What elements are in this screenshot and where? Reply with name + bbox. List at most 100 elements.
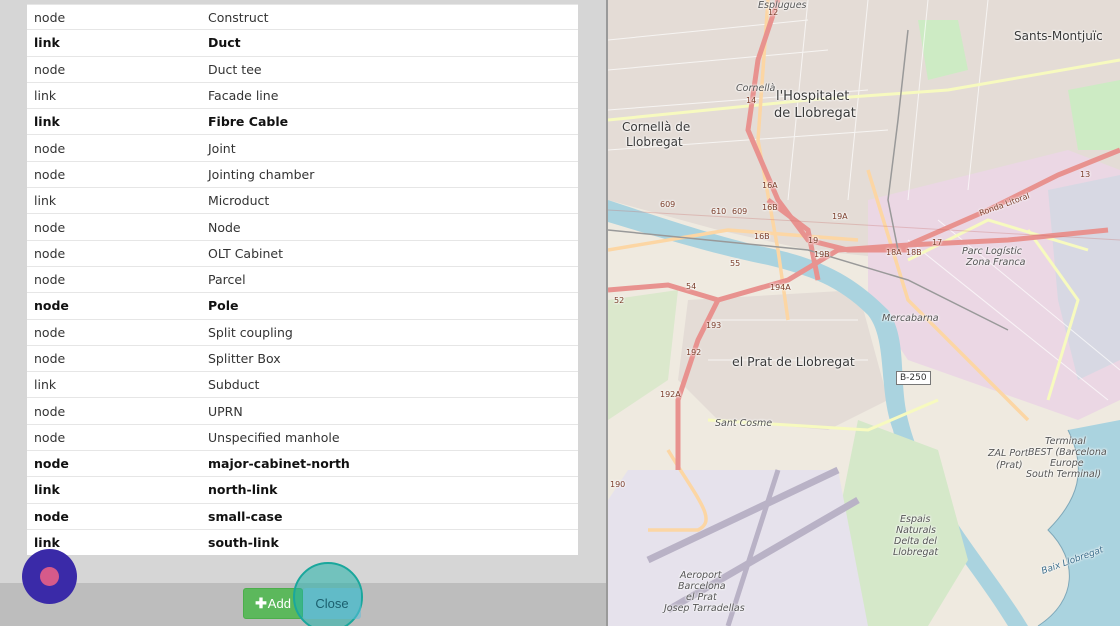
exit-18a: 18A — [886, 248, 902, 257]
map-tiles — [608, 0, 1120, 626]
exit-13: 13 — [1080, 170, 1091, 179]
cell-type: node — [34, 245, 66, 261]
table-row[interactable]: node small-case — [27, 504, 578, 530]
exit-192a: 192A — [660, 390, 681, 399]
cell-name: Pole — [208, 298, 239, 314]
map-label-aeroport-3: el Prat — [686, 592, 717, 603]
exit-17: 17 — [932, 238, 943, 247]
cell-name: Duct — [208, 35, 241, 51]
table-row[interactable]: link Microduct — [27, 188, 578, 215]
cell-name: north-link — [208, 482, 278, 498]
map-label-terminal-3: Europe — [1050, 458, 1084, 469]
map-label-espais-3: Delta del — [894, 536, 937, 547]
map-label-prat: el Prat de Llobregat — [732, 354, 855, 369]
exit-16b-2: 16B — [754, 232, 770, 241]
cell-name: Node — [208, 219, 241, 235]
map-label-sant-cosme: Sant Cosme — [715, 418, 773, 429]
table-row[interactable]: link Duct — [27, 30, 578, 57]
cell-name: Split coupling — [208, 324, 293, 340]
road-shield-b250: B-250 — [896, 371, 931, 385]
table-row[interactable]: node Construct — [27, 4, 578, 31]
close-button-label: Close — [315, 596, 349, 611]
cell-type: node — [34, 456, 69, 472]
layer-table[interactable]: node Construct link Duct node Duct tee link Fac… — [27, 4, 578, 555]
exit-194a: 194A — [770, 283, 791, 292]
exit-16a: 16A — [762, 181, 778, 190]
map-view[interactable]: Esplugues Sants-Montjuïc l'Hospitalet de… — [608, 0, 1120, 626]
cell-name: Subduct — [208, 377, 260, 393]
map-label-esplugues: Esplugues — [758, 0, 807, 11]
cell-type: node — [34, 9, 66, 25]
cell-name: south-link — [208, 535, 279, 551]
table-row[interactable]: node Parcel — [27, 267, 578, 294]
cell-name: Jointing chamber — [208, 166, 315, 182]
table-row[interactable]: node Splitter Box — [27, 346, 578, 373]
cell-name: major-cabinet-north — [208, 456, 350, 472]
cell-name: Joint — [208, 140, 236, 156]
plus-icon: ✚ — [255, 595, 267, 611]
table-row[interactable]: node Jointing chamber — [27, 162, 578, 189]
cell-type: node — [34, 140, 66, 156]
layer-table-body: node Construct link Duct node Duct tee link Fac… — [27, 4, 578, 555]
map-label-terminal-4: South Terminal) — [1026, 469, 1102, 480]
exit-55: 55 — [730, 259, 741, 268]
map-label-sants: Sants-Montjuïc — [1014, 29, 1103, 43]
cell-name: Facade line — [208, 88, 279, 104]
cell-type: link — [34, 35, 60, 51]
cell-type: node — [34, 166, 66, 182]
close-button[interactable]: Close — [303, 588, 361, 619]
road-610: 610 — [711, 207, 727, 216]
cell-type: node — [34, 429, 66, 445]
map-label-mercabarna: Mercabarna — [882, 313, 939, 324]
exit-16b: 16B — [762, 203, 778, 212]
table-row[interactable]: node Duct tee — [27, 57, 578, 83]
table-row[interactable]: node UPRN — [27, 398, 578, 425]
table-row[interactable]: link north-link — [27, 477, 578, 504]
exit-19b: 19B — [814, 250, 830, 259]
table-row[interactable]: node major-cabinet-north — [27, 451, 578, 478]
cell-name: Duct tee — [208, 61, 262, 77]
table-row[interactable]: link Subduct — [27, 372, 578, 399]
exit-18b: 18B — [906, 248, 922, 257]
table-row[interactable]: node OLT Cabinet — [27, 241, 578, 267]
cell-type: node — [34, 324, 66, 340]
map-label-terminal-2: BEST (Barcelona — [1028, 447, 1107, 458]
map-label-aeroport-1: Aeroport — [680, 570, 722, 581]
table-row[interactable]: node Split coupling — [27, 320, 578, 346]
map-label-hospitalet-1: l'Hospitalet — [776, 89, 850, 104]
map-label-espais-2: Naturals — [896, 525, 936, 536]
map-label-cornella-small: Cornellà — [736, 83, 776, 94]
table-row[interactable]: node Pole — [27, 293, 578, 320]
cell-name: Construct — [208, 9, 269, 25]
map-label-aeroport-4: Josep Tarradellas — [664, 603, 745, 614]
record-indicator[interactable] — [22, 549, 77, 604]
map-label-terminal-1: Terminal — [1045, 436, 1086, 447]
cell-name: small-case — [208, 508, 283, 524]
cell-type: link — [34, 535, 60, 551]
map-label-cornella-1: Cornellà de — [622, 120, 691, 134]
table-row[interactable]: link Fibre Cable — [27, 109, 578, 136]
cell-name: UPRN — [208, 403, 243, 419]
cell-type: link — [34, 88, 57, 104]
map-label-espais-1: Espais — [900, 514, 931, 525]
table-row[interactable]: link south-link — [27, 530, 578, 555]
table-row[interactable]: node Joint — [27, 135, 578, 162]
cell-type: node — [34, 351, 66, 366]
panel-edge — [606, 0, 608, 626]
map-label-aeroport-2: Barcelona — [678, 581, 726, 592]
table-row[interactable]: node Node — [27, 214, 578, 241]
map-label-cornella-2: Llobregat — [626, 135, 683, 149]
table-row[interactable]: link Facade line — [27, 83, 578, 110]
cell-type: link — [34, 377, 57, 393]
map-label-parc-1: Parc Logístic — [962, 246, 1023, 257]
cell-type: node — [34, 403, 66, 419]
table-row[interactable]: node Unspecified manhole — [27, 425, 578, 452]
cell-name: Unspecified manhole — [208, 429, 340, 445]
cell-type: link — [34, 193, 57, 209]
map-label-zal-2: (Prat) — [996, 460, 1023, 471]
add-button-label: Add — [267, 596, 291, 611]
cell-type: node — [34, 219, 66, 235]
exit-190: 190 — [610, 480, 626, 489]
exit-19a: 19A — [832, 212, 848, 221]
cell-type: link — [34, 114, 60, 130]
